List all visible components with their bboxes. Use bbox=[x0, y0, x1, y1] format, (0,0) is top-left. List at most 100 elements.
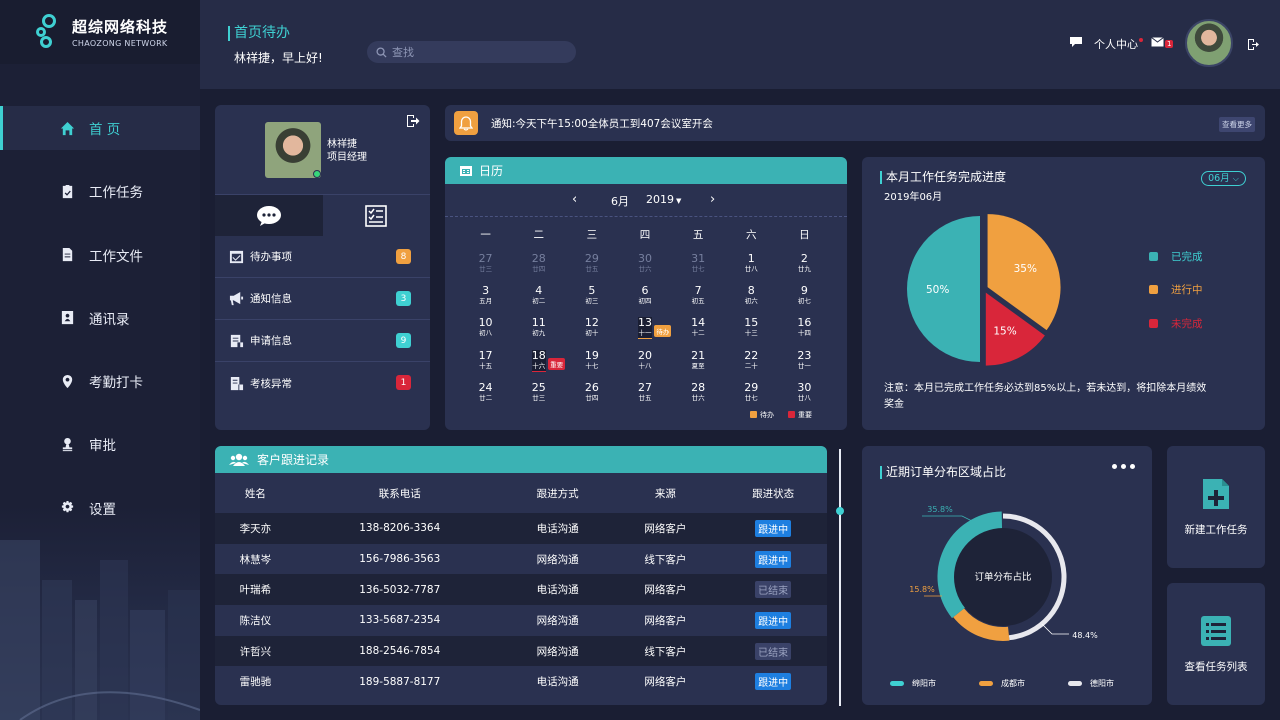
lunar-date: 十三 bbox=[744, 329, 758, 338]
calendar-day[interactable]: 12 初十 bbox=[565, 317, 618, 349]
calendar-day[interactable]: 5 初三 bbox=[565, 285, 618, 317]
calendar-day[interactable]: 1 廿八 bbox=[725, 253, 778, 285]
order-distribution-card: 近期订单分布区域占比 订单分布占比 35.8% 15.8% 48.4% 绵阳市 成都市… bbox=[862, 446, 1152, 705]
personal-center-link[interactable]: 个人中心 bbox=[1094, 36, 1143, 52]
table-row[interactable]: 雷驰驰 189-5887-8177 电话沟通 网络客户 跟进中 bbox=[215, 666, 827, 697]
table-row[interactable]: 叶瑞希 136-5032-7787 电话沟通 网络客户 已结束 bbox=[215, 574, 827, 606]
table-row[interactable]: 李天亦 138-8206-3364 电话沟通 网络客户 跟进中 bbox=[215, 513, 827, 544]
menu-item-todo[interactable]: 待办事项 8 bbox=[215, 236, 430, 278]
greeting-text: 林祥捷，早上好! bbox=[234, 51, 323, 65]
calendar-day[interactable]: 18 十六 重要 bbox=[512, 349, 566, 382]
calendar-day[interactable]: 19 十七 bbox=[565, 349, 618, 382]
month-select-label: 06月 bbox=[1208, 173, 1230, 184]
chat-button[interactable] bbox=[1069, 36, 1083, 48]
calendar-day[interactable]: 8 初六 bbox=[725, 285, 778, 317]
table-cell: 138-8206-3364 bbox=[295, 513, 504, 544]
legend-label: 重要 bbox=[798, 411, 812, 419]
year-select[interactable]: 2019 ▼ bbox=[646, 193, 681, 206]
lunar-date: 廿五 bbox=[585, 265, 599, 273]
table-cell: 跟进中 bbox=[719, 513, 827, 544]
table-row[interactable]: 林慧岑 156-7986-3563 网络沟通 线下客户 跟进中 bbox=[215, 544, 827, 575]
calendar-day[interactable]: 9 初七 bbox=[778, 285, 831, 317]
scrollbar-track[interactable] bbox=[839, 449, 841, 706]
new-task-button[interactable]: 新建工作任务 bbox=[1167, 446, 1265, 568]
calendar-day[interactable]: 31 廿七 bbox=[672, 253, 725, 285]
next-month-button[interactable]: › bbox=[710, 192, 715, 207]
day-number: 20 bbox=[637, 348, 652, 362]
calendar-day[interactable]: 3 五月 bbox=[459, 285, 512, 317]
profile-role: 项目经理 bbox=[327, 152, 367, 163]
table-row[interactable]: 许哲兴 188-2546-7854 网络沟通 线下客户 已结束 bbox=[215, 635, 827, 667]
calendar-day[interactable]: 20 十八 bbox=[618, 348, 671, 382]
legend-label: 成都市 bbox=[1001, 679, 1025, 688]
mail-button[interactable]: 1 bbox=[1151, 36, 1174, 48]
month-select[interactable]: 06月 ⌵ bbox=[1201, 171, 1246, 186]
calendar-day[interactable]: 15 十三 bbox=[725, 317, 778, 349]
search-box bbox=[367, 41, 576, 63]
donut-value-label: 48.4% bbox=[1072, 631, 1098, 640]
calendar-day[interactable]: 25 廿三 bbox=[512, 381, 565, 414]
tab-messages[interactable] bbox=[215, 195, 323, 236]
legend-label: 已完成 bbox=[1171, 251, 1203, 263]
logout-button[interactable] bbox=[1247, 39, 1259, 50]
nav-item-approval[interactable]: 审批 bbox=[0, 422, 200, 466]
order-donut-chart: 订单分布占比 35.8% 15.8% 48.4% bbox=[909, 505, 1098, 641]
calendar-day[interactable]: 30 廿六 bbox=[618, 253, 671, 285]
nav-item-contacts[interactable]: 通讯录 bbox=[0, 296, 200, 340]
menu-item-exceptions[interactable]: 考核异常 1 bbox=[215, 362, 430, 404]
calendar-day[interactable]: 11 初九 bbox=[512, 317, 565, 349]
day-number: 27 bbox=[637, 380, 652, 394]
calendar-day[interactable]: 4 初二 bbox=[512, 285, 565, 317]
calendar-day[interactable]: 27 廿五 bbox=[618, 380, 671, 414]
menu-item-applications[interactable]: 申请信息 9 bbox=[215, 320, 430, 362]
day-number: 3 bbox=[482, 284, 490, 298]
calendar-day[interactable]: 22 二十 bbox=[725, 349, 778, 382]
nav-item-attendance[interactable]: 考勤打卡 bbox=[0, 359, 200, 403]
lunar-date: 初八 bbox=[479, 329, 493, 338]
calendar-day[interactable]: 28 廿六 bbox=[672, 381, 725, 414]
table-cell: 电话沟通 bbox=[536, 676, 579, 689]
calendar-day[interactable]: 2 廿九 bbox=[778, 253, 831, 285]
pie-slice-label: 15% bbox=[993, 325, 1016, 337]
calendar-day[interactable]: 16 十四 bbox=[778, 317, 831, 349]
pie-slice-label: 35% bbox=[1014, 263, 1037, 275]
table-cell: 电话沟通 bbox=[503, 513, 612, 544]
calendar-day[interactable]: 7 初五 bbox=[672, 285, 725, 317]
logo: 超综网络科技 CHAOZONG NETWORK bbox=[0, 0, 200, 64]
calendar-day[interactable]: 28 廿四 bbox=[512, 253, 565, 285]
user-avatar[interactable] bbox=[1185, 19, 1233, 67]
calendar-day[interactable]: 23 廿一 bbox=[778, 349, 831, 382]
calendar-day[interactable]: 14 十二 bbox=[672, 317, 725, 349]
notice-text: 通知:今天下午15:00全体员工到407会议室开会 bbox=[491, 118, 713, 130]
task-list-button[interactable]: 查看任务列表 bbox=[1167, 583, 1265, 705]
tab-checklist[interactable] bbox=[323, 195, 431, 236]
calendar-day[interactable]: 26 廿四 bbox=[565, 381, 618, 414]
lunar-date: 十五 bbox=[479, 361, 493, 370]
calendar-day[interactable]: 24 廿二 bbox=[459, 381, 512, 414]
table-cell: 电话沟通 bbox=[503, 574, 612, 606]
progress-note: 注意：本月已完成工作任务必达到85%以上，若未达到，将扣除本月绩效奖金 bbox=[884, 383, 1207, 410]
search-input[interactable] bbox=[392, 45, 562, 59]
calendar-day[interactable]: 21 夏至 bbox=[672, 349, 725, 382]
nav-item-tasks[interactable]: 工作任务 bbox=[0, 169, 200, 213]
contacts-icon bbox=[61, 311, 74, 325]
location-pin-icon bbox=[62, 374, 73, 388]
users-icon bbox=[229, 453, 249, 466]
view-more-button[interactable]: 查看更多 bbox=[1219, 117, 1255, 132]
logout-icon[interactable] bbox=[406, 114, 420, 128]
calendar-day[interactable]: 29 廿五 bbox=[565, 253, 618, 285]
calendar-day[interactable]: 6 初四 bbox=[618, 285, 671, 317]
nav-item-files[interactable]: 工作文件 bbox=[0, 233, 200, 277]
calendar-day[interactable]: 13 十一 待办 bbox=[618, 317, 672, 349]
scrollbar-handle[interactable] bbox=[836, 507, 844, 515]
table-row[interactable]: 陈洁仪 133-5687-2354 网络沟通 网络客户 跟进中 bbox=[215, 605, 827, 636]
calendar-day[interactable]: 17 十五 bbox=[459, 349, 512, 382]
more-options-icon[interactable] bbox=[1112, 464, 1135, 469]
calendar-day[interactable]: 27 廿三 bbox=[459, 253, 512, 285]
clipboard-icon bbox=[62, 184, 73, 198]
prev-month-button[interactable]: ‹ bbox=[572, 192, 577, 207]
lunar-date: 初九 bbox=[532, 329, 546, 338]
menu-item-notifications[interactable]: 通知信息 3 bbox=[215, 278, 430, 320]
nav-item-home[interactable]: 首 页 bbox=[0, 106, 200, 150]
calendar-day[interactable]: 10 初八 bbox=[459, 317, 512, 349]
